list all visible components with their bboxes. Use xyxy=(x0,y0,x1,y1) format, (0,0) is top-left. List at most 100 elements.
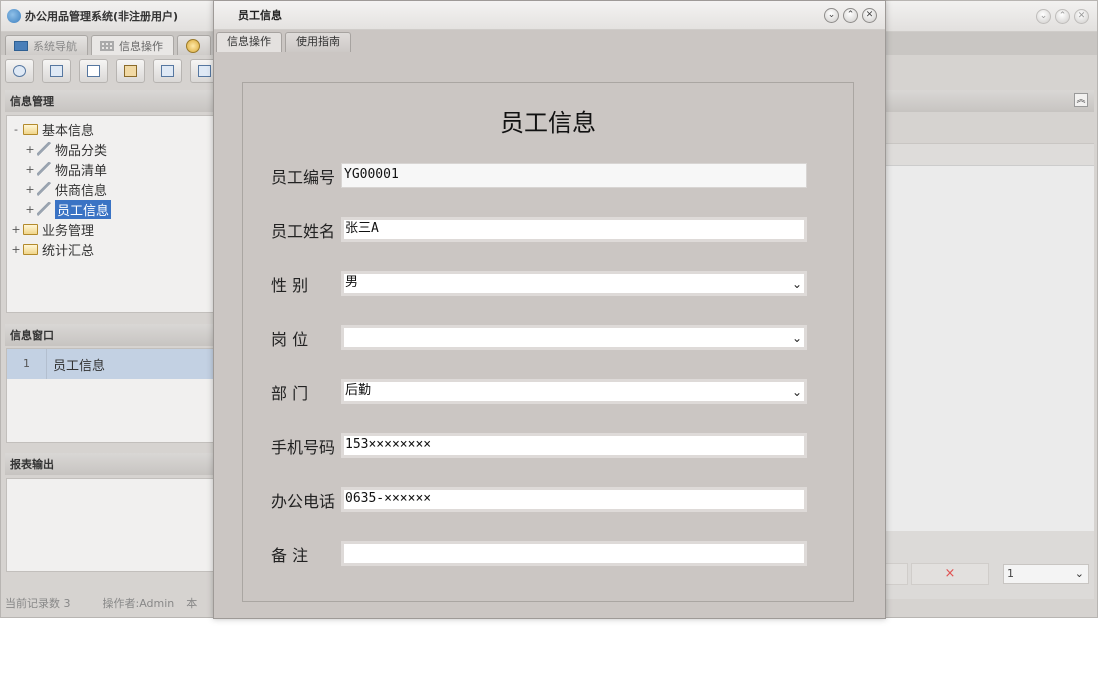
field-value: YG00001 xyxy=(344,167,399,182)
tool-icon xyxy=(37,142,51,156)
field-value: 后勤 xyxy=(345,383,372,398)
field-label: 性 别 xyxy=(271,275,309,295)
tree-item-label: 员工信息 xyxy=(55,199,112,219)
info-tree: - 基本信息 + 物品分类 + 物品清单 + 供商信息 + 员工信息 + 业务管理 + 统计汇总 xyxy=(6,115,217,313)
page-select-value: 1 xyxy=(1007,567,1014,580)
text-field[interactable] xyxy=(341,541,807,566)
tool-icon xyxy=(37,202,51,216)
main-toolbar xyxy=(5,59,219,83)
right-panel-header: ︽ xyxy=(886,90,1094,112)
form-row: 备 注 xyxy=(271,541,807,566)
select-field[interactable]: ⌄ xyxy=(341,325,807,350)
field-value: 0635-×××××× xyxy=(345,491,432,506)
report-panel-title: 报表输出 xyxy=(10,458,54,471)
tab-info-ops[interactable]: 信息操作 xyxy=(216,32,282,52)
main-window-title: 办公用品管理系统(非注册用户) xyxy=(25,10,179,23)
export-icon xyxy=(198,65,211,77)
select-field[interactable]: 后勤 ⌄ xyxy=(341,379,807,404)
info-panel-header: 信息管理 xyxy=(5,90,217,112)
select-field[interactable]: 男 ⌄ xyxy=(341,271,807,296)
users-icon xyxy=(124,65,137,77)
cancel-button[interactable]: × xyxy=(911,563,989,585)
expand-icon[interactable]: + xyxy=(25,203,35,216)
document-icon xyxy=(87,65,100,77)
text-field[interactable]: 0635-×××××× xyxy=(341,487,807,512)
field-label: 岗 位 xyxy=(271,329,309,349)
employee-dialog: 员工信息 ⌄ ⌃ ✕ 信息操作 使用指南 员工信息 员工编号 YG00001 员工姓… xyxy=(213,0,886,619)
tree-item-label: 物品分类 xyxy=(55,143,108,159)
record-count: 当前记录数 3 xyxy=(5,597,71,610)
field-label: 部 门 xyxy=(271,383,309,403)
users-button[interactable] xyxy=(116,59,145,83)
layout-icon xyxy=(50,65,63,77)
text-field[interactable]: 153×××××××× xyxy=(341,433,807,458)
list-item-index: 1 xyxy=(7,349,47,379)
chevron-down-icon: ⌄ xyxy=(1074,567,1084,580)
document-button[interactable] xyxy=(79,59,108,83)
tree-item[interactable]: + 员工信息 xyxy=(7,199,216,219)
list-item[interactable]: 1 员工信息 xyxy=(7,349,216,379)
tab-label: 系统导航 xyxy=(33,39,77,53)
close-icon[interactable]: ✕ xyxy=(1074,9,1089,24)
window-list: 1 员工信息 xyxy=(6,348,217,443)
field-label: 备 注 xyxy=(271,545,309,565)
window-button[interactable] xyxy=(153,59,182,83)
tab-system-nav[interactable]: 系统导航 xyxy=(5,35,88,55)
tree-item[interactable]: + 统计汇总 xyxy=(7,239,216,259)
expand-icon[interactable]: + xyxy=(11,223,21,236)
status-bar: 当前记录数 3 操作者:Admin 本 xyxy=(5,595,197,611)
expand-icon[interactable]: + xyxy=(25,163,35,176)
tab-guide[interactable]: 使用指南 xyxy=(285,32,351,52)
layout-button[interactable] xyxy=(42,59,71,83)
minimize-icon[interactable]: ⌄ xyxy=(1036,9,1051,24)
search-button[interactable] xyxy=(5,59,34,83)
tab-info-ops[interactable]: 信息操作 xyxy=(91,35,174,55)
form-row: 部 门 后勤 ⌄ xyxy=(271,379,807,404)
chevron-down-icon: ⌄ xyxy=(791,331,802,345)
tree-item[interactable]: + 业务管理 xyxy=(7,219,216,239)
dialog-titlebar: 员工信息 xyxy=(214,1,885,30)
page-select[interactable]: 1 ⌄ xyxy=(1003,564,1089,584)
tree-item[interactable]: - 基本信息 xyxy=(7,119,216,139)
window-icon xyxy=(161,65,174,77)
field-label: 办公电话 xyxy=(271,491,336,511)
folder-icon xyxy=(23,123,38,135)
tab-label: 信息操作 xyxy=(119,39,163,53)
field-label: 手机号码 xyxy=(271,437,336,457)
form-row: 办公电话 0635-×××××× xyxy=(271,487,807,512)
tree-item-label: 基本信息 xyxy=(42,123,95,139)
expand-icon[interactable]: + xyxy=(25,143,35,156)
expand-icon[interactable]: + xyxy=(11,243,21,256)
clock-icon xyxy=(186,38,200,53)
expand-icon[interactable]: + xyxy=(25,183,35,196)
tab-clock[interactable] xyxy=(177,35,211,55)
tree-item[interactable]: + 供商信息 xyxy=(7,179,216,199)
employee-form: 员工信息 员工编号 YG00001 员工姓名 张三A 性 别男 ⌄ 岗 位 ⌄ 部 门后勤 ⌄ 手机… xyxy=(242,82,854,602)
tree-item[interactable]: + 物品分类 xyxy=(7,139,216,159)
dialog-title: 员工信息 xyxy=(238,9,282,22)
form-row: 员工编号 YG00001 xyxy=(271,163,807,188)
field-value: 男 xyxy=(345,275,359,290)
maximize-icon[interactable]: ⌃ xyxy=(843,8,858,23)
chevron-down-icon: ⌄ xyxy=(791,385,802,399)
form-row: 性 别 男 ⌄ xyxy=(271,271,807,296)
text-field[interactable]: 张三A xyxy=(341,217,807,242)
text-field[interactable]: YG00001 xyxy=(341,163,807,188)
dialog-window-controls: ⌄ ⌃ ✕ xyxy=(824,8,877,23)
collapse-icon[interactable]: ︽ xyxy=(1074,93,1088,107)
tree-item-label: 物品清单 xyxy=(55,163,108,179)
tool-icon xyxy=(37,182,51,196)
window-panel-title: 信息窗口 xyxy=(10,329,54,342)
grid-icon xyxy=(100,40,114,51)
collapse-icon[interactable]: - xyxy=(11,123,21,136)
operator-label: 操作者:Admin xyxy=(102,597,175,610)
minimize-icon[interactable]: ⌄ xyxy=(824,8,839,23)
folder-icon xyxy=(23,243,38,255)
tree-item[interactable]: + 物品清单 xyxy=(7,159,216,179)
data-grid xyxy=(886,165,1094,531)
app-logo-icon xyxy=(7,9,21,23)
action-button[interactable] xyxy=(886,563,908,585)
field-value: 张三A xyxy=(345,221,379,236)
close-icon[interactable]: ✕ xyxy=(862,8,877,23)
maximize-icon[interactable]: ⌃ xyxy=(1055,9,1070,24)
